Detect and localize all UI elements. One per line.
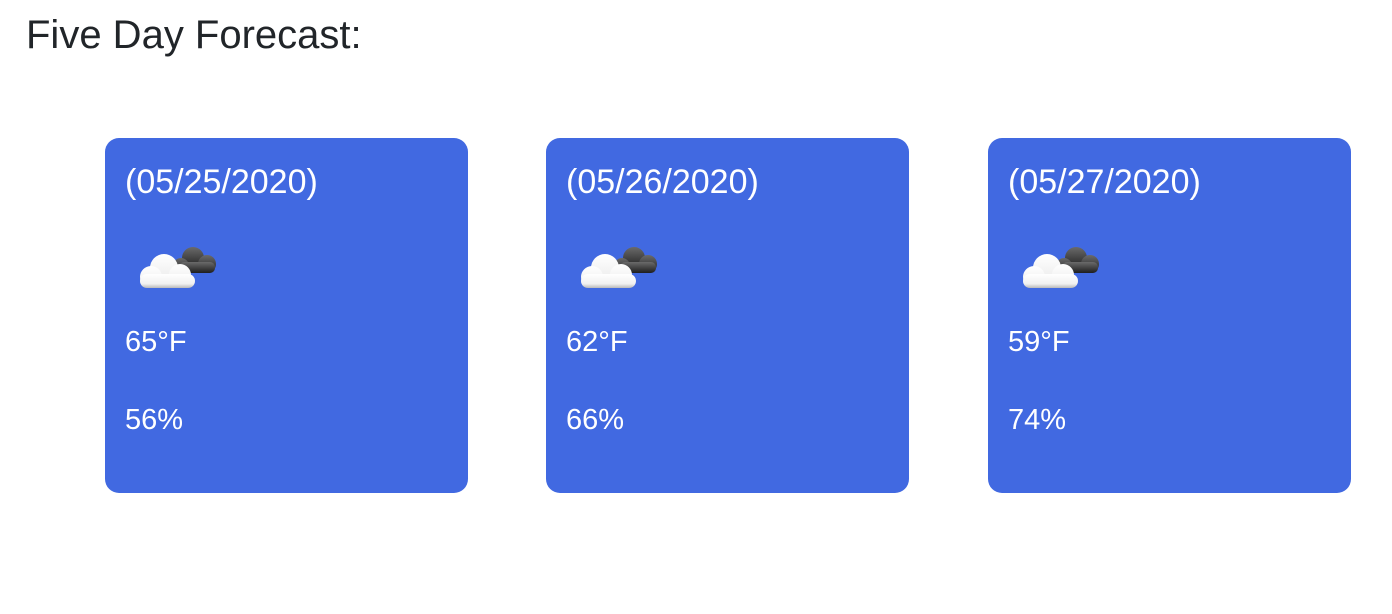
forecast-date: (05/27/2020)	[1008, 163, 1201, 201]
forecast-date: (05/25/2020)	[125, 163, 318, 201]
forecast-page: Five Day Forecast: (05/25/2020) 65°F 56%…	[0, 0, 1392, 614]
forecast-card: (05/26/2020) 62°F 66%	[546, 138, 909, 493]
forecast-humidity: 56%	[125, 404, 184, 436]
forecast-card: (05/27/2020) 59°F 74%	[988, 138, 1351, 493]
forecast-humidity: 66%	[566, 404, 625, 436]
page-title: Five Day Forecast:	[26, 13, 362, 57]
partly-cloudy-icon	[131, 238, 221, 294]
forecast-date: (05/26/2020)	[566, 163, 759, 201]
forecast-temperature: 65°F	[125, 326, 187, 358]
partly-cloudy-icon	[572, 238, 662, 294]
forecast-temperature: 59°F	[1008, 326, 1070, 358]
forecast-card: (05/25/2020) 65°F 56%	[105, 138, 468, 493]
forecast-temperature: 62°F	[566, 326, 628, 358]
forecast-humidity: 74%	[1008, 404, 1067, 436]
partly-cloudy-icon	[1014, 238, 1104, 294]
